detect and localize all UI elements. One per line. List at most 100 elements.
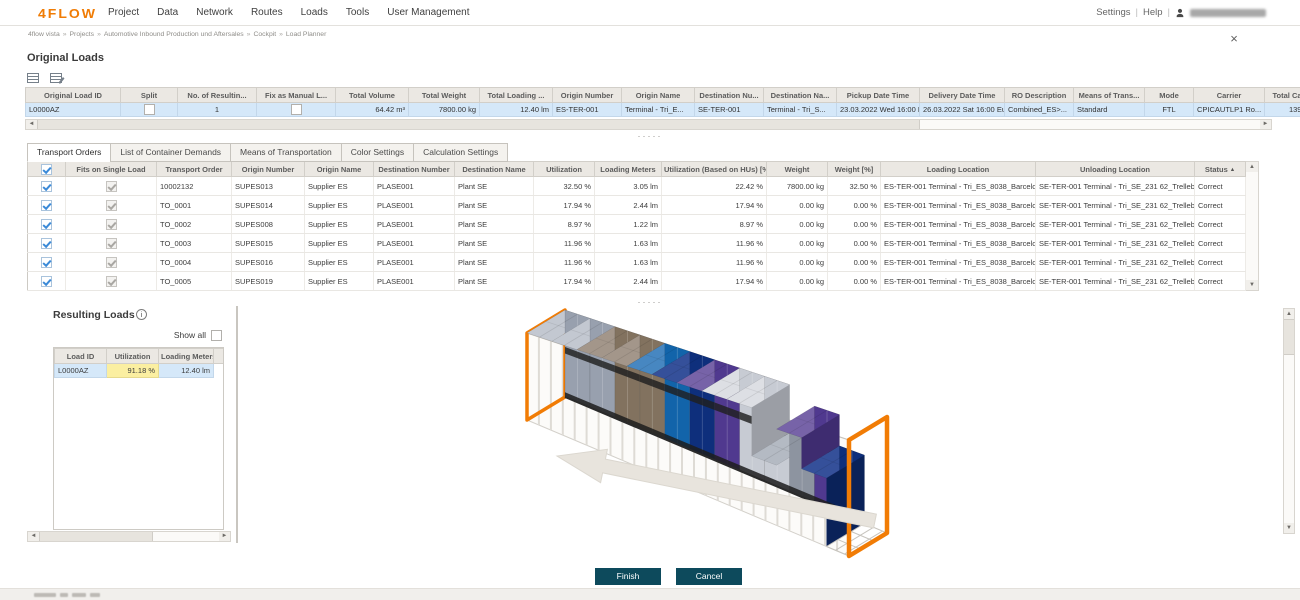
tab-color-settings[interactable]: Color Settings — [341, 143, 414, 162]
nav-item-tools[interactable]: Tools — [346, 7, 369, 18]
ol-col-total-weight[interactable]: Total Weight — [409, 88, 480, 103]
to-col-transport-order[interactable]: Transport Order — [157, 162, 232, 177]
rl-col-load-id[interactable]: Load ID — [55, 349, 107, 364]
nav-item-project[interactable]: Project — [108, 7, 139, 18]
transport-order-row[interactable]: TO_0005SUPES019Supplier ESPLASE001Plant … — [28, 272, 1246, 291]
fits-on-single-load-checkbox[interactable] — [106, 219, 117, 230]
app-logo[interactable]: 4FLOW — [38, 5, 97, 20]
ol-col-carrier[interactable]: Carrier — [1194, 88, 1265, 103]
to-col-origin-number[interactable]: Origin Number — [232, 162, 305, 177]
close-icon[interactable] — [1227, 32, 1241, 46]
scroll-left-icon[interactable]: ◄ — [28, 532, 39, 541]
to-col-origin-name[interactable]: Origin Name — [305, 162, 374, 177]
ol-col-total-volume[interactable]: Total Volume — [336, 88, 409, 103]
scroll-up-icon[interactable]: ▲ — [1284, 309, 1294, 319]
scrollbar-track[interactable] — [37, 120, 1260, 129]
transport-order-row[interactable]: TO_0002SUPES008Supplier ESPLASE001Plant … — [28, 215, 1246, 234]
scroll-right-icon[interactable]: ► — [1260, 120, 1271, 129]
transport-order-row[interactable]: TO_0003SUPES015Supplier ESPLASE001Plant … — [28, 234, 1246, 253]
to-col-select[interactable] — [28, 162, 66, 177]
show-all-checkbox[interactable] — [211, 330, 222, 341]
breadcrumb-4flow-vista[interactable]: 4flow vista — [28, 31, 60, 38]
scroll-down-icon[interactable]: ▼ — [1284, 523, 1294, 533]
ol-col-delivery-date-time[interactable]: Delivery Date Time — [920, 88, 1005, 103]
nav-item-data[interactable]: Data — [157, 7, 178, 18]
nav-item-network[interactable]: Network — [196, 7, 233, 18]
ol-col-destination-nu[interactable]: Destination Nu... — [695, 88, 764, 103]
rl-col-loading-meters[interactable]: Loading Meters — [159, 349, 214, 364]
splitter-handle-bottom[interactable]: ····· — [0, 300, 1300, 307]
resulting-load-row[interactable]: L0000AZ 91.18 % 12.40 lm — [55, 364, 224, 378]
ol-col-origin-number[interactable]: Origin Number — [553, 88, 622, 103]
row-select-checkbox[interactable] — [41, 238, 52, 249]
tab-means-of-transportation[interactable]: Means of Transportation — [230, 143, 342, 162]
to-col-destination-number[interactable]: Destination Number — [374, 162, 455, 177]
ol-col-origin-name[interactable]: Origin Name — [622, 88, 695, 103]
to-col-fits-on-single-load[interactable]: Fits on Single Load — [66, 162, 157, 177]
original-loads-hscrollbar[interactable]: ◄► — [25, 119, 1272, 130]
fits-on-single-load-checkbox[interactable] — [106, 200, 117, 211]
ol-col-destination-na[interactable]: Destination Na... — [764, 88, 837, 103]
scroll-down-icon[interactable]: ▼ — [1246, 280, 1258, 290]
tab-transport-orders[interactable]: Transport Orders — [27, 143, 111, 162]
ol-col-fix-as-manual-l[interactable]: Fix as Manual L... — [257, 88, 336, 103]
to-col-status[interactable]: Status▲ — [1195, 162, 1246, 177]
scrollbar-track[interactable] — [1246, 172, 1258, 280]
nav-item-routes[interactable]: Routes — [251, 7, 283, 18]
nav-item-loads[interactable]: Loads — [301, 7, 328, 18]
nav-item-user-management[interactable]: User Management — [387, 7, 469, 18]
row-select-checkbox[interactable] — [41, 276, 52, 287]
scroll-up-icon[interactable]: ▲ — [1246, 162, 1258, 172]
user-name-redacted[interactable] — [1190, 9, 1266, 17]
scrollbar-thumb[interactable] — [39, 532, 153, 541]
breadcrumb-cockpit[interactable]: Cockpit — [253, 31, 276, 38]
breadcrumb-projects[interactable]: Projects — [70, 31, 95, 38]
edit-table-icon[interactable] — [50, 71, 66, 84]
to-col-weight[interactable]: Weight — [767, 162, 828, 177]
ol-col-total-loading[interactable]: Total Loading ... — [480, 88, 553, 103]
scrollbar-track[interactable] — [1284, 319, 1294, 523]
scroll-right-icon[interactable]: ► — [219, 532, 230, 541]
transport-order-row[interactable]: 10002132SUPES013Supplier ESPLASE001Plant… — [28, 177, 1246, 196]
transport-order-row[interactable]: TO_0004SUPES016Supplier ESPLASE001Plant … — [28, 253, 1246, 272]
scrollbar-thumb[interactable] — [1284, 319, 1294, 355]
row-select-checkbox[interactable] — [41, 257, 52, 268]
row-select-checkbox[interactable] — [41, 200, 52, 211]
splitter-handle-top[interactable]: ····· — [0, 134, 1300, 141]
ol-col-total-calculati[interactable]: Total Calculati... — [1265, 88, 1300, 103]
ol-col-split[interactable]: Split — [121, 88, 178, 103]
panel-divider[interactable] — [236, 306, 238, 543]
to-col-weight[interactable]: Weight [%] — [828, 162, 881, 177]
breadcrumb-automotive-inbound-production-und-aftersales[interactable]: Automotive Inbound Production und Afters… — [104, 31, 244, 38]
fix-as-manual-l-checkbox[interactable] — [291, 104, 302, 115]
fits-on-single-load-checkbox[interactable] — [106, 238, 117, 249]
scrollbar-track[interactable] — [39, 532, 219, 541]
resulting-loads-hscrollbar[interactable]: ◄► — [27, 531, 231, 542]
row-select-checkbox[interactable] — [41, 181, 52, 192]
transport-order-row[interactable]: TO_0001SUPES014Supplier ESPLASE001Plant … — [28, 196, 1246, 215]
ol-col-no-of-resultin[interactable]: No. of Resultin... — [178, 88, 257, 103]
fits-on-single-load-checkbox[interactable] — [106, 276, 117, 287]
to-col-unloading-location[interactable]: Unloading Location — [1036, 162, 1195, 177]
help-link[interactable]: Help — [1143, 7, 1163, 18]
ol-col-mode[interactable]: Mode — [1145, 88, 1194, 103]
split-checkbox[interactable] — [144, 104, 155, 115]
visualization-vscrollbar[interactable]: ▲ ▼ — [1283, 308, 1295, 534]
rl-col-utilization[interactable]: Utilization — [107, 349, 159, 364]
ol-col-means-of-trans[interactable]: Means of Trans... — [1074, 88, 1145, 103]
ol-col-original-load-id[interactable]: Original Load ID — [26, 88, 121, 103]
to-col-destination-name[interactable]: Destination Name — [455, 162, 534, 177]
scrollbar-thumb[interactable] — [37, 120, 920, 129]
tab-calculation-settings[interactable]: Calculation Settings — [413, 143, 508, 162]
fits-on-single-load-checkbox[interactable] — [106, 181, 117, 192]
export-table-icon[interactable] — [27, 71, 43, 84]
fits-on-single-load-checkbox[interactable] — [106, 257, 117, 268]
tab-list-of-container-demands[interactable]: List of Container Demands — [110, 143, 231, 162]
original-load-row[interactable]: L0000AZ164.42 m³7800.00 kg12.40 lmES-TER… — [26, 103, 1300, 117]
ol-col-ro-description[interactable]: RO Description — [1005, 88, 1074, 103]
row-select-checkbox[interactable] — [41, 219, 52, 230]
cancel-button[interactable]: Cancel — [676, 568, 742, 585]
to-col-utilization[interactable]: Utilization — [534, 162, 595, 177]
to-col-loading-location[interactable]: Loading Location — [881, 162, 1036, 177]
to-col-loading-meters[interactable]: Loading Meters — [595, 162, 662, 177]
